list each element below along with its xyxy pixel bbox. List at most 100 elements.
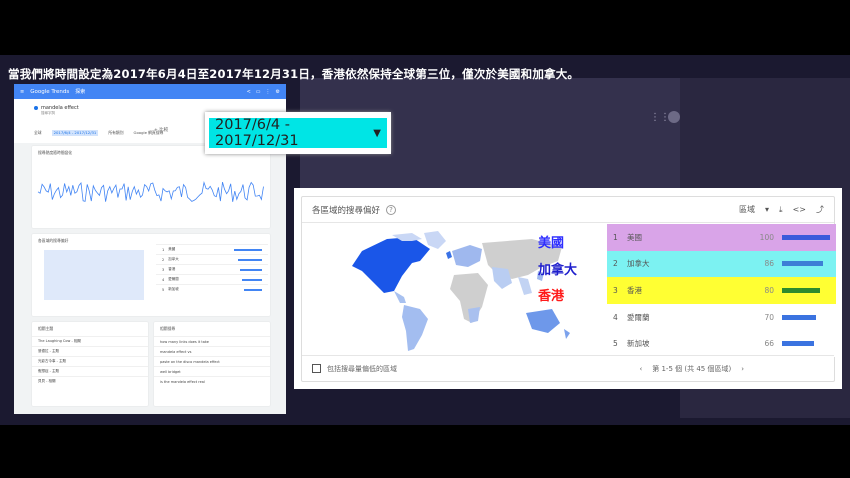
region-list: 1 美國 100 2 加拿大 86 3 香港 80 4 愛爾蘭 70 5 新加坡 66 (607, 224, 836, 357)
date-range-value[interactable]: 2017/6/4 - 2017/12/31 (215, 117, 373, 149)
filter-search-type[interactable]: Google 網頁搜尋 (134, 130, 164, 136)
list-item[interactable]: 曼德拉 - 主題 (32, 346, 148, 356)
next-page-icon[interactable]: › (741, 365, 744, 373)
related-topics-card: 相關主題 The Laughing Cow - 相關 曼德拉 - 主題光影古今事 … (32, 322, 148, 406)
region-row[interactable]: 3 香港 80 (607, 277, 836, 304)
row-bar-fill (782, 261, 824, 267)
mini-bar (243, 288, 262, 291)
row-rank: 1 (613, 232, 618, 242)
mini-region-list: 1 美國 2 加拿大 3 香港 4 愛爾蘭 5 新加坡 (156, 244, 268, 294)
scope-select[interactable]: 區域 (739, 204, 755, 215)
row-rank: 4 (613, 312, 618, 322)
mini-bar (234, 248, 262, 251)
mini-region-row[interactable]: 3 香港 (156, 264, 268, 274)
filter-date[interactable]: 2017/6/4 - 2017/12/31 (51, 130, 99, 136)
list-item-label: how many links does it take (160, 339, 209, 344)
region-row[interactable]: 1 美國 100 (607, 224, 836, 251)
list-item[interactable]: mandela effect vs (154, 346, 270, 356)
mini-region-row[interactable]: 1 美國 (156, 244, 268, 254)
settings-icon[interactable]: ⚙ (276, 89, 280, 95)
row-rank: 5 (613, 339, 618, 349)
card-title: 相關搜尋 (160, 326, 176, 331)
dropdown-caret-icon[interactable]: ▼ (373, 128, 381, 139)
filter-category[interactable]: 所有類別 (108, 130, 123, 136)
row-value: 80 (764, 285, 774, 295)
mini-region-name: 美國 (168, 247, 176, 251)
download-icon[interactable]: ⤓ (779, 205, 783, 215)
mini-bar (239, 268, 262, 271)
row-rank: 3 (613, 285, 618, 295)
mini-region-name: 加拿大 (168, 257, 179, 261)
pager-text: 第 1-5 個 (共 45 個區域) (652, 364, 732, 373)
trends-logo: Google Trends (30, 88, 70, 95)
region-row[interactable]: 4 愛爾蘭 70 (607, 303, 836, 331)
row-region-name[interactable]: 愛爾蘭 (627, 312, 752, 323)
row-bar-fill (782, 287, 821, 293)
list-item-label: paste on the disco mandela effect (160, 359, 220, 364)
list-item[interactable]: is the mandela effect real (154, 376, 270, 386)
prev-page-icon[interactable]: ‹ (639, 365, 642, 373)
row-value: 86 (764, 259, 774, 269)
apps-icon[interactable]: ⋮ (266, 89, 271, 95)
mini-region-row[interactable]: 2 加拿大 (156, 254, 268, 264)
highlight-tag: 香港 (538, 289, 565, 305)
list-item[interactable]: well bridget (154, 366, 270, 376)
list-item[interactable]: 貝貝 - 相關 (32, 376, 148, 386)
grid-icon: ⋮⋮ (650, 112, 670, 123)
card-title: 相關主題 (38, 326, 54, 331)
list-item[interactable]: 假想症 - 主題 (32, 366, 148, 376)
row-bar-fill (782, 341, 814, 347)
section-label[interactable]: 探索 (75, 88, 85, 95)
low-volume-checkbox[interactable] (312, 364, 321, 373)
avatar (668, 111, 680, 123)
term-color-dot (34, 106, 38, 110)
row-region-name[interactable]: 新加坡 (627, 338, 752, 349)
list-item-label: 曼德拉 - 主題 (38, 349, 59, 353)
list-item-label: mandela effect vs (160, 349, 192, 354)
row-bar (782, 341, 830, 347)
list-item[interactable]: how many links does it take (154, 336, 270, 346)
share-icon[interactable]: ⤴ (816, 204, 824, 215)
embed-icon[interactable]: ▭ (256, 89, 261, 95)
list-item-label: The Laughing Cow - 相關 (38, 339, 81, 343)
filter-region[interactable]: 全球 (34, 130, 42, 136)
row-value: 66 (764, 339, 774, 349)
region-header: 各區域的搜尋偏好 ? 區域 ▾ ⤓ <> ⤴ (302, 197, 834, 223)
mini-rank: 2 (162, 257, 165, 262)
interest-by-region-card: 各區域的搜尋偏好 1 美國 2 加拿大 3 香港 4 愛爾蘭 5 新加坡 (32, 234, 270, 316)
region-footer: 包括搜尋量偏低的區域 ‹ 第 1-5 個 (共 45 個區域) › (302, 355, 834, 381)
row-value: 100 (759, 232, 774, 242)
mini-rank: 4 (162, 277, 165, 282)
dropdown-arrow-icon[interactable]: ▾ (765, 205, 769, 214)
region-row[interactable]: 2 加拿大 86 (607, 250, 836, 278)
row-region-name[interactable]: 加拿大 (627, 258, 752, 269)
region-panel: 各區域的搜尋偏好 ? 區域 ▾ ⤓ <> ⤴ 1 美國 100 2 加拿大 86… (294, 188, 842, 389)
zoomed-date-range: 2017/6/4 - 2017/12/31 ▼ (205, 112, 391, 154)
highlight-tag: 加拿大 (538, 262, 578, 278)
related-queries-card: 相關搜尋 how many links does it take mandela … (154, 322, 270, 406)
row-bar (782, 287, 830, 293)
mini-rank: 3 (162, 267, 165, 272)
row-bar (782, 261, 830, 267)
embed-code-icon[interactable]: <> (793, 205, 806, 214)
trends-top-bar: ≡ Google Trends 探索 < ▭ ⋮ ⚙ (14, 84, 286, 99)
row-region-name[interactable]: 美國 (627, 232, 752, 243)
list-item-label: is the mandela effect real (160, 379, 205, 384)
mini-rank: 5 (162, 287, 165, 292)
share-icon[interactable]: < (247, 89, 251, 95)
region-row[interactable]: 5 新加坡 66 (607, 330, 836, 357)
highlight-tag: 美國 (538, 236, 565, 251)
list-item[interactable]: paste on the disco mandela effect (154, 356, 270, 366)
menu-icon[interactable]: ≡ (20, 89, 24, 95)
help-icon[interactable]: ? (386, 204, 397, 215)
list-item-label: 假想症 - 主題 (38, 369, 59, 373)
mini-region-row[interactable]: 5 新加坡 (156, 284, 268, 294)
list-item[interactable]: The Laughing Cow - 相關 (32, 336, 148, 346)
mini-region-row[interactable]: 4 愛爾蘭 (156, 274, 268, 284)
mini-bar (237, 258, 262, 261)
row-region-name[interactable]: 香港 (627, 285, 752, 296)
mini-rank: 1 (162, 247, 165, 252)
mini-region-name: 新加坡 (168, 287, 179, 291)
list-item[interactable]: 光影古今事 - 主題 (32, 356, 148, 366)
mini-region-name: 香港 (168, 267, 176, 271)
